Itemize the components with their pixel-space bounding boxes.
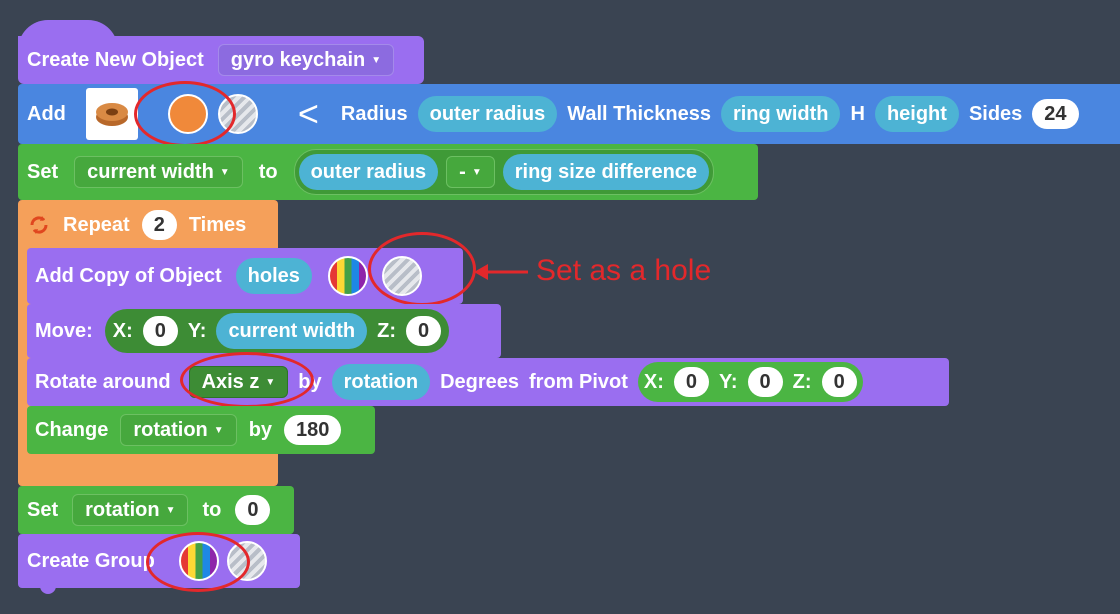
change-variable-value: rotation [133,418,208,441]
degrees-label: Degrees [440,370,519,393]
set-rotation-value-input[interactable]: 0 [235,495,271,525]
y-label: Y: [187,319,207,342]
wall-thickness-input[interactable]: ring width [720,96,841,132]
x-input[interactable]: 0 [142,316,178,346]
z-label: Z: [377,319,396,342]
repeat-label: Repeat [63,213,130,236]
chevron-down-icon: ▼ [213,424,224,436]
rotate-block[interactable]: Rotate around Axis z ▼ by rotation Degre… [27,358,949,406]
y-input[interactable]: current width [216,313,368,349]
add-label: Add [27,102,66,125]
set-rotation-label: Set [27,498,59,521]
object-input[interactable]: holes [235,258,312,294]
variable-value: current width [87,160,214,183]
z-input[interactable]: 0 [406,316,442,346]
height-input[interactable]: height [874,96,959,132]
rotate-label: Rotate around [35,370,171,393]
variable-dropdown[interactable]: current width ▼ [74,156,243,188]
multicolor-swatch[interactable] [327,256,368,296]
highlight-circle-group [146,532,250,592]
operator-dropdown[interactable]: - ▼ [446,156,495,188]
change-variable-block[interactable]: Change rotation ▼ by 180 [27,406,375,454]
change-by-label: by [248,418,273,441]
pivot-x-input[interactable]: 0 [673,367,710,397]
change-variable-dropdown[interactable]: rotation ▼ [120,414,237,446]
pivot-z-input[interactable]: 0 [821,367,857,397]
tube-icon [95,103,128,126]
object-name-value: gyro keychain [230,48,366,71]
set-rotation-block[interactable]: Set rotation ▼ to 0 [18,486,294,534]
pivot-x-label: X: [643,370,664,393]
collapse-arrow-icon[interactable]: < [298,96,319,132]
chevron-down-icon: ▼ [165,504,176,516]
right-operand[interactable]: ring size difference [502,154,710,190]
change-label: Change [35,418,109,441]
highlight-circle-axis [180,352,314,408]
operator-value: - [459,160,466,183]
object-name-dropdown[interactable]: gyro keychain ▼ [217,44,395,76]
highlight-circle-hole [368,232,476,306]
create-new-object-block[interactable]: Create New Object gyro keychain ▼ [18,36,424,84]
sides-input[interactable]: 24 [1032,99,1079,129]
move-block[interactable]: Move: X: 0 Y: current width Z: 0 [27,304,501,358]
annotation-arrow-icon [474,264,528,280]
math-expression[interactable]: outer radius - ▼ ring size difference [293,149,715,195]
pivot-vector[interactable]: X: 0 Y: 0 Z: 0 [637,362,863,402]
chevron-down-icon: ▼ [219,166,230,178]
pivot-y-input[interactable]: 0 [747,367,783,397]
x-label: X: [112,319,133,342]
sides-label: Sides [968,102,1023,125]
create-new-object-label: Create New Object [27,48,204,71]
vector-input[interactable]: X: 0 Y: current width Z: 0 [104,309,450,353]
highlight-circle-solid [134,81,236,147]
pivot-y-label: Y: [719,370,738,393]
set-rotation-to-label: to [202,498,222,521]
pivot-label: from Pivot [529,370,628,393]
bottom-notch [40,586,56,594]
move-label: Move: [35,319,93,342]
set-label: Set [27,160,59,183]
rotation-amount-input[interactable]: rotation [331,364,431,400]
create-group-label: Create Group [27,549,155,572]
repeat-count-input[interactable]: 2 [141,210,177,240]
repeat-icon [30,216,48,234]
to-label: to [258,160,278,183]
left-operand[interactable]: outer radius [298,154,439,190]
set-rotation-variable: rotation [85,498,160,521]
wall-thickness-label: Wall Thickness [567,102,711,125]
change-value-input[interactable]: 180 [284,415,342,445]
set-rotation-dropdown[interactable]: rotation ▼ [72,494,189,526]
chevron-down-icon: ▼ [371,54,382,66]
radius-input[interactable]: outer radius [417,96,558,132]
add-copy-label: Add Copy of Object [35,264,222,287]
set-current-width-block[interactable]: Set current width ▼ to outer radius - ▼ … [18,144,758,200]
radius-label: Radius [340,102,408,125]
height-label: H [850,102,865,125]
pivot-z-label: Z: [792,370,812,393]
times-label: Times [188,213,247,236]
chevron-down-icon: ▼ [471,166,482,178]
annotation-text: Set as a hole [536,254,712,287]
tube-shape-thumbnail[interactable] [85,88,138,140]
